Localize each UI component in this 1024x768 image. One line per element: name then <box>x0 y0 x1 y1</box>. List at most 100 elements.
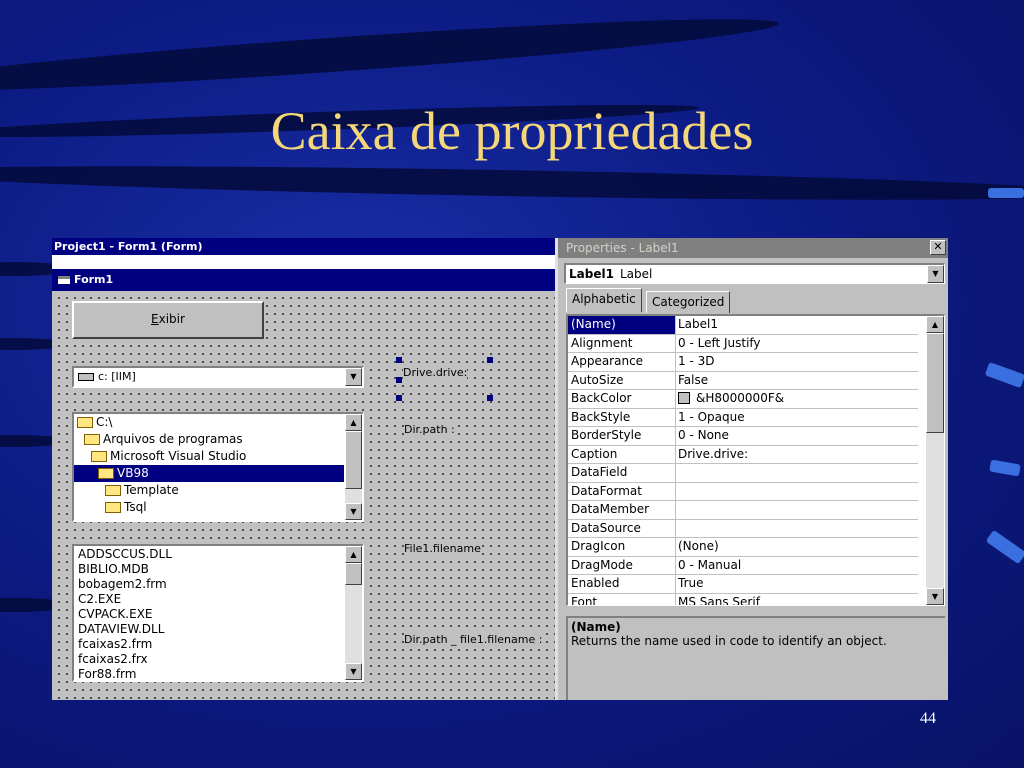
file-list-item[interactable]: fcaixas2.frm <box>74 637 344 652</box>
property-scrollbar[interactable]: ▲ ▼ <box>926 316 944 605</box>
property-value[interactable]: 0 - None <box>678 427 918 445</box>
property-name: DragMode <box>568 556 676 574</box>
property-value[interactable]: Label1 <box>678 316 918 334</box>
dir-scrollbar[interactable]: ▲ ▼ <box>345 414 362 520</box>
file-list-item[interactable]: C2.EXE <box>74 592 344 607</box>
form-canvas[interactable]: Exibir c: [IIM] ▼ C:\ Arquivos de program… <box>52 291 555 700</box>
dir-item-label: Template <box>124 483 179 497</box>
property-row[interactable]: DragIcon (None) <box>568 538 918 557</box>
property-value[interactable]: 1 - Opaque <box>678 409 918 427</box>
selection-handle[interactable] <box>396 377 402 383</box>
file-list-item[interactable]: DATAVIEW.DLL <box>74 622 344 637</box>
property-value[interactable]: 1 - 3D <box>678 353 918 371</box>
property-row[interactable]: DragMode 0 - Manual <box>568 556 918 575</box>
property-value[interactable] <box>678 483 918 501</box>
scroll-down-icon[interactable]: ▼ <box>345 663 362 680</box>
property-name: Appearance <box>568 353 676 371</box>
property-value[interactable]: False <box>678 372 918 390</box>
scroll-thumb[interactable] <box>345 563 362 585</box>
file-list-item[interactable]: ADDSCCUS.DLL <box>74 547 344 562</box>
file-list-box[interactable]: ADDSCCUS.DLL BIBLIO.MDB bobagem2.frm C2.EXE… <box>72 544 364 682</box>
property-value[interactable]: &H8000000F& <box>678 390 918 408</box>
selection-handle[interactable] <box>487 395 493 401</box>
property-value[interactable]: Drive.drive: <box>678 446 918 464</box>
dir-rows: C:\ Arquivos de programas Microsoft Visual… <box>74 414 344 520</box>
property-row[interactable]: (Name) Label1 <box>568 316 918 335</box>
dir-list-item[interactable]: VB98 <box>74 465 344 482</box>
object-selector[interactable]: Label1 Label ▼ <box>564 263 945 284</box>
property-value-text: 0 - Left Justify <box>678 335 761 350</box>
combined-label[interactable]: Dir.path _ file1.filename : <box>404 633 543 646</box>
file-label[interactable]: File1.filename <box>404 542 481 555</box>
chevron-down-icon[interactable]: ▼ <box>345 368 362 386</box>
selection-handle[interactable] <box>487 357 493 363</box>
dir-list-item[interactable]: Template <box>74 482 344 499</box>
properties-titlebar[interactable]: Properties - Label1 ✕ <box>558 238 948 258</box>
selection-handle[interactable] <box>396 395 402 401</box>
tab-categorized[interactable]: Categorized <box>646 291 731 313</box>
property-value[interactable]: (None) <box>678 538 918 556</box>
folder-icon <box>98 468 114 479</box>
property-value[interactable]: 0 - Left Justify <box>678 335 918 353</box>
dir-item-label: VB98 <box>117 466 149 480</box>
drive-list-box[interactable]: c: [IIM] ▼ <box>72 366 364 388</box>
property-row[interactable]: BorderStyle 0 - None <box>568 427 918 446</box>
file-list-item[interactable]: bobagem2.frm <box>74 577 344 592</box>
form-titlebar[interactable]: Form1 <box>52 269 555 291</box>
property-value[interactable]: True <box>678 575 918 593</box>
dir-list-item[interactable]: Arquivos de programas <box>74 431 344 448</box>
property-row[interactable]: BackStyle 1 - Opaque <box>568 408 918 427</box>
property-value[interactable] <box>678 464 918 482</box>
file-list-item[interactable]: fcaixas2.frx <box>74 652 344 667</box>
color-swatch-icon <box>678 392 690 404</box>
file-list-item[interactable]: CVPACK.EXE <box>74 607 344 622</box>
drive-label[interactable]: Drive.drive: <box>403 366 468 379</box>
file-list-item[interactable]: For88.frm <box>74 667 344 680</box>
dir-list-item[interactable]: Tsql <box>74 499 344 516</box>
property-row[interactable]: DataFormat <box>568 482 918 501</box>
decorative-accent <box>988 188 1024 198</box>
property-row[interactable]: BackColor &H8000000F& <box>568 390 918 409</box>
property-row[interactable]: Font MS Sans Serif <box>568 593 918 606</box>
property-name: DragIcon <box>568 538 676 556</box>
close-icon[interactable]: ✕ <box>930 240 946 255</box>
scroll-up-icon[interactable]: ▲ <box>926 316 944 333</box>
form-icon <box>58 276 70 284</box>
file-scrollbar[interactable]: ▲ ▼ <box>345 546 362 680</box>
property-value[interactable]: MS Sans Serif <box>678 594 918 606</box>
dir-label[interactable]: Dir.path : <box>404 423 455 436</box>
property-row[interactable]: DataSource <box>568 519 918 538</box>
slide-title: Caixa de propriedades <box>270 101 754 161</box>
scroll-up-icon[interactable]: ▲ <box>345 414 362 431</box>
property-row[interactable]: Alignment 0 - Left Justify <box>568 334 918 353</box>
file-list-item[interactable]: BIBLIO.MDB <box>74 562 344 577</box>
scroll-down-icon[interactable]: ▼ <box>926 588 944 605</box>
background-swoosh <box>0 6 781 104</box>
dir-list-item[interactable]: Microsoft Visual Studio <box>74 448 344 465</box>
property-row[interactable]: Caption Drive.drive: <box>568 445 918 464</box>
property-row[interactable]: DataMember <box>568 501 918 520</box>
property-row[interactable]: DataField <box>568 464 918 483</box>
property-row[interactable]: Appearance 1 - 3D <box>568 353 918 372</box>
properties-window: Properties - Label1 ✕ Label1 Label ▼ Alph… <box>555 238 948 700</box>
project-window-titlebar[interactable]: Project1 - Form1 (Form) <box>52 238 555 255</box>
dir-item-label: Arquivos de programas <box>103 432 243 446</box>
dir-list-item[interactable]: C:\ <box>74 414 344 431</box>
scroll-thumb[interactable] <box>926 333 944 433</box>
scroll-down-icon[interactable]: ▼ <box>345 503 362 520</box>
form-designer: Project1 - Form1 (Form) Form1 Exibir c: … <box>52 238 555 700</box>
dir-list-box[interactable]: C:\ Arquivos de programas Microsoft Visual… <box>72 412 364 522</box>
scroll-up-icon[interactable]: ▲ <box>345 546 362 563</box>
property-value[interactable]: 0 - Manual <box>678 557 918 575</box>
property-name: Caption <box>568 445 676 463</box>
property-row[interactable]: Enabled True <box>568 575 918 594</box>
scroll-thumb[interactable] <box>345 431 362 489</box>
exibir-button[interactable]: Exibir <box>72 301 264 339</box>
property-value[interactable] <box>678 501 918 519</box>
property-value[interactable] <box>678 520 918 538</box>
selection-handle[interactable] <box>396 357 402 363</box>
chevron-down-icon[interactable]: ▼ <box>927 265 944 283</box>
tab-alphabetic[interactable]: Alphabetic <box>566 288 642 312</box>
property-grid[interactable]: (Name) Label1 Alignment 0 - Left Justify App… <box>566 314 945 606</box>
property-row[interactable]: AutoSize False <box>568 371 918 390</box>
